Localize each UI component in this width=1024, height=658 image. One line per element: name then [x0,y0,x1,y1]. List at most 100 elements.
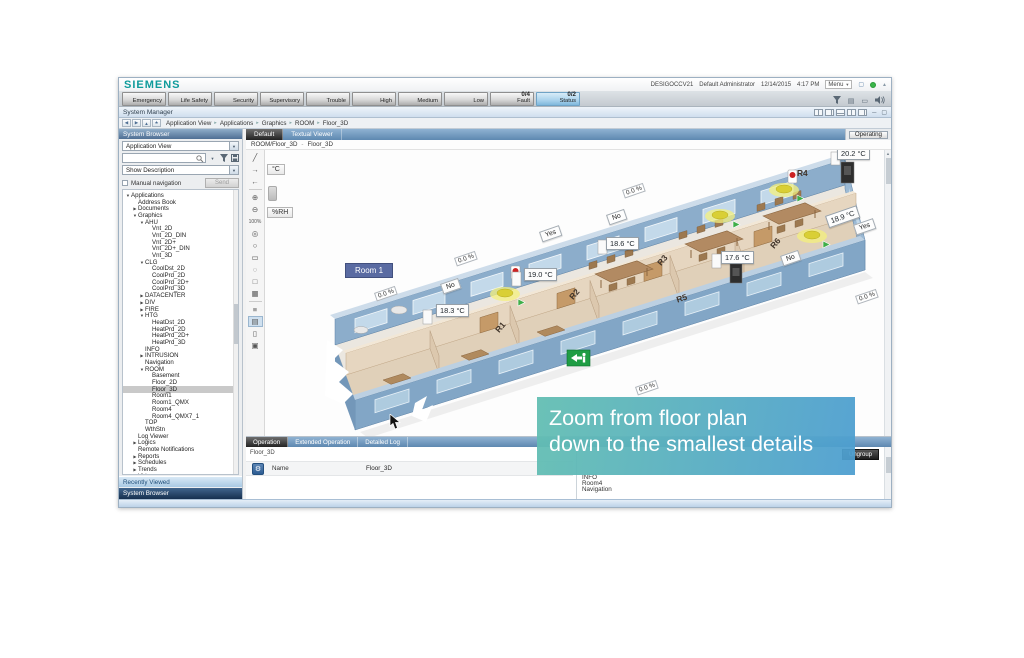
tree-item-floor-2d[interactable]: Floor_2D [123,379,238,386]
copy-icon[interactable]: ▯ [248,328,263,339]
alarm-button-low[interactable]: Low [444,92,488,106]
manual-navigation-checkbox[interactable] [122,180,128,186]
breadcrumb-item[interactable]: Floor_3D [323,120,348,127]
tree-item-vnt-3d[interactable]: Vnt_3D [123,252,238,259]
speaker-icon[interactable] [875,96,885,106]
tree-item-room1-qmx[interactable]: Room1_QMX [123,399,238,406]
alarm-button-trouble[interactable]: Trouble [306,92,350,106]
tree-item-room[interactable]: ▼ROOM [123,366,238,373]
pan-icon[interactable]: ◌ [248,264,263,275]
zoom-region-icon[interactable]: ◎ [248,228,263,239]
breadcrumb-item[interactable]: Application View [166,120,211,127]
chevron-down-icon[interactable]: ▼ [208,153,217,163]
minimize-icon[interactable]: ─ [872,110,876,116]
lines-icon[interactable]: ≡ [248,304,263,315]
zoom-out-icon[interactable]: ⊖ [248,204,263,215]
collapse-icon[interactable]: ▲ [882,82,887,88]
chevron-down-icon[interactable]: ▼ [229,141,239,151]
back-icon[interactable]: ◀ [122,119,131,127]
arrow-left-icon[interactable]: ← [248,176,263,187]
recently-viewed-tab[interactable]: Recently Viewed [119,476,242,487]
filter-icon[interactable] [833,96,841,106]
alarm-button-life-safety[interactable]: Life Safety [168,92,212,106]
alarm-button-medium[interactable]: Medium [398,92,442,106]
alarm-button-emergency[interactable]: Emergency [122,92,166,106]
layout-icon[interactable] [814,109,823,116]
panes-icon[interactable]: ▭ [861,98,868,105]
tab-operation[interactable]: Operation [246,437,288,447]
filter-icon[interactable] [219,153,228,163]
temperature-value[interactable]: 20.2 °C [837,150,870,160]
tab-detailed-log[interactable]: Detailed Log [358,437,408,447]
send-button[interactable]: Send [205,178,239,188]
property-row[interactable]: ⚙ Name Floor_3D [246,461,573,476]
layers-icon[interactable]: ▦ [248,288,263,299]
temperature-value[interactable]: 17.6 °C [721,251,754,264]
tree-scrollbar[interactable] [233,190,238,474]
print-icon[interactable]: ▣ [248,340,263,351]
tree-item-top[interactable]: TOP [123,419,238,426]
temperature-value[interactable]: 18.3 °C [436,304,469,317]
alarm-button-status[interactable]: 0/2Status [536,92,580,106]
menu-dropdown[interactable]: Menu▼ [825,80,852,89]
layout-icon[interactable] [847,109,856,116]
marker-icon-active[interactable]: ▤ [248,316,263,327]
tree-item-fire[interactable]: ▶FIRE [123,306,238,313]
edit-icon[interactable]: ╱ [248,152,263,163]
alarm-button-fault[interactable]: 0/4Fault [490,92,534,106]
temperature-value[interactable]: 18.6 °C [606,237,639,250]
layout-icon[interactable] [858,109,867,116]
save-icon[interactable] [230,153,239,163]
zoom-in-icon[interactable]: ⊕ [248,192,263,203]
breadcrumb-item[interactable]: Graphics [262,120,287,127]
unit-chip-temperature[interactable]: °C [267,164,285,175]
breadcrumb-item[interactable]: Applications [220,120,253,127]
window-icon[interactable]: ▢ [858,82,864,88]
tree-item-room4-qmx7-1[interactable]: Room4_QMX7_1 [123,413,238,420]
tree-item-intrusion[interactable]: ▶INTRUSION [123,353,238,360]
tree-item-datacenter[interactable]: ▶DATACENTER [123,292,238,299]
layout-icon[interactable] [825,109,834,116]
zoom-window-icon[interactable]: ○ [248,240,263,251]
tree-item-vnt-2d-din[interactable]: Vnt_2D_DIN [123,232,238,239]
tree-item-ahu[interactable]: ▼AHU [123,219,238,226]
alarm-button-supervisory[interactable]: Supervisory [260,92,304,106]
up-icon[interactable]: ▲ [142,119,151,127]
list-scrollbar[interactable] [884,447,891,499]
frame-icon[interactable]: □ [248,276,263,287]
tree-item-graphics[interactable]: ▼Graphics [123,212,238,219]
tree-item-info[interactable]: INFO [123,346,238,353]
tab-default[interactable]: Default [246,129,283,140]
view-selector[interactable]: Application View [122,141,239,151]
list-item[interactable]: Navigation [582,487,612,493]
user-name[interactable]: Default Administrator [699,82,755,88]
description-selector[interactable]: Show Description [122,165,239,175]
breadcrumb-item[interactable]: ROOM [295,120,314,127]
tree-item-div[interactable]: ▶DIV [123,299,238,306]
tree-item-video[interactable]: ▶Video [123,473,238,475]
tree-item-basement[interactable]: Basement [123,373,238,380]
scroll-up-icon[interactable]: ▲ [886,151,890,156]
tree-item-navigation[interactable]: Navigation [123,359,238,366]
arrow-right-icon[interactable]: → [248,164,263,175]
layout-icon[interactable] [836,109,845,116]
operating-mode-button[interactable]: Operating [849,131,888,139]
temperature-value[interactable]: 19.0 °C [524,268,557,281]
search-input[interactable] [122,153,206,163]
zoom-level[interactable]: 100% [248,216,263,227]
forward-icon[interactable]: ▶ [132,119,141,127]
tab-extended-operation[interactable]: Extended Operation [288,437,358,447]
alarm-button-high[interactable]: High [352,92,396,106]
unit-chip-humidity[interactable]: %RH [267,207,293,218]
list-icon[interactable]: ▤ [848,98,855,105]
tab-textual-viewer[interactable]: Textual Viewer [283,129,341,140]
tree-item-vnt-2d-din[interactable]: Vnt_2D+_DIN [123,246,238,253]
tree-item-heatprd-3d[interactable]: HeatPrd_3D [123,339,238,346]
restore-icon[interactable]: ▢ [881,109,887,116]
chevron-down-icon[interactable]: ▼ [229,165,239,175]
fit-view-icon[interactable]: ▭ [248,252,263,263]
alarm-button-security[interactable]: Security [214,92,258,106]
favorite-icon[interactable]: ★ [152,119,161,127]
system-browser-tab[interactable]: System Browser [119,488,242,499]
tree-item-floor-3d[interactable]: Floor_3D [123,386,238,393]
